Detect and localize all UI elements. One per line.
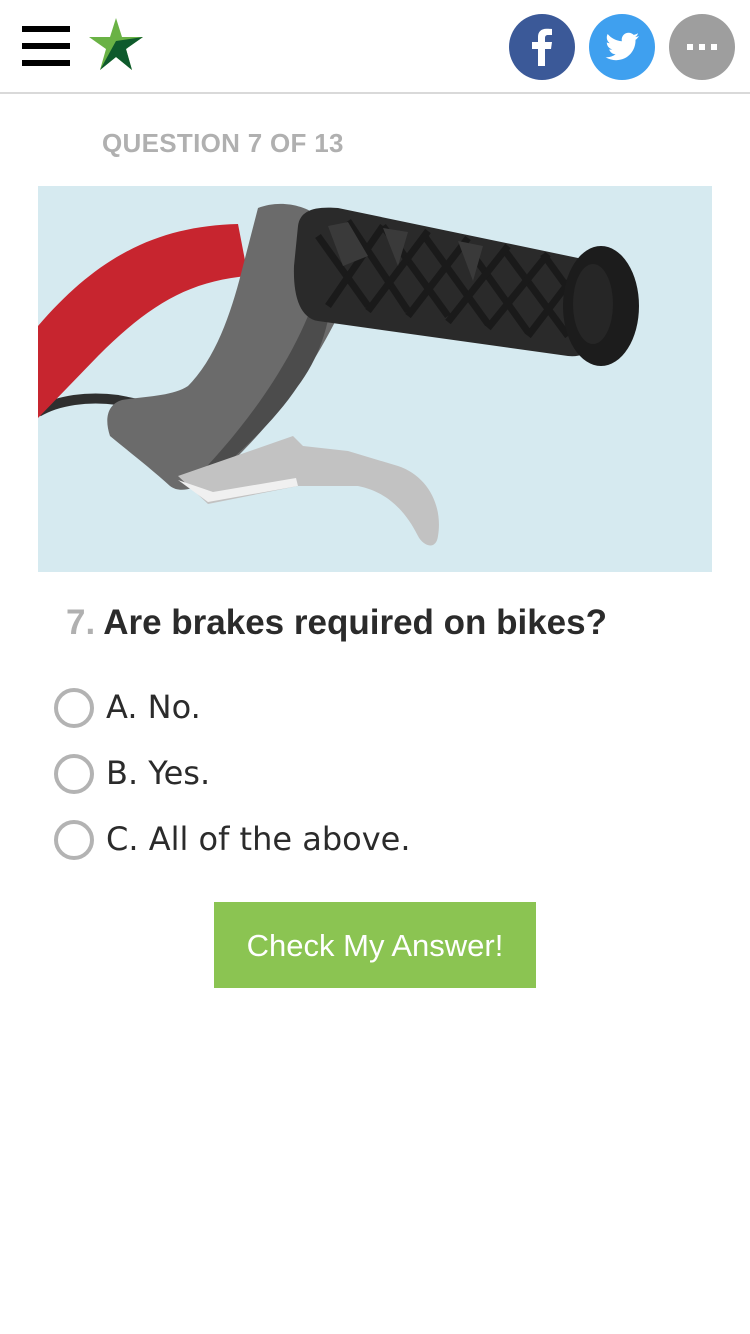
menu-bar: [22, 43, 70, 49]
hamburger-menu-icon[interactable]: [22, 26, 70, 68]
facebook-icon: [532, 28, 552, 66]
bike-brake-illustration: [38, 186, 712, 572]
menu-bar: [22, 26, 70, 32]
radio-button[interactable]: [54, 820, 94, 860]
question-text: Are brakes required on bikes?: [103, 603, 607, 642]
question-progress: QUESTION 7 OF 13: [102, 128, 344, 158]
question-number: 7.: [66, 603, 96, 642]
answer-option-a[interactable]: A. No.: [52, 686, 652, 730]
answer-option-label: C. All of the above.: [106, 820, 411, 858]
top-header: [0, 0, 750, 94]
radio-button[interactable]: [54, 688, 94, 728]
question-title: 7. Are brakes required on bikes?: [66, 600, 726, 646]
quiz-page: QUESTION 7 OF 13 7. Are brakes required …: [0, 0, 750, 1334]
more-share-button[interactable]: [669, 14, 735, 80]
star-logo-icon[interactable]: [88, 18, 144, 72]
facebook-share-button[interactable]: [509, 14, 575, 80]
answer-option-b[interactable]: B. Yes.: [52, 752, 652, 796]
menu-bar: [22, 60, 70, 66]
twitter-share-button[interactable]: [589, 14, 655, 80]
more-dots-icon: [687, 44, 717, 50]
answer-option-c[interactable]: C. All of the above.: [52, 818, 652, 862]
radio-button[interactable]: [54, 754, 94, 794]
check-answer-button[interactable]: Check My Answer!: [214, 902, 536, 988]
twitter-icon: [605, 32, 639, 61]
answer-option-label: A. No.: [106, 688, 201, 726]
bike-brake-lever-image: [38, 203, 639, 546]
answer-option-label: B. Yes.: [106, 754, 211, 792]
